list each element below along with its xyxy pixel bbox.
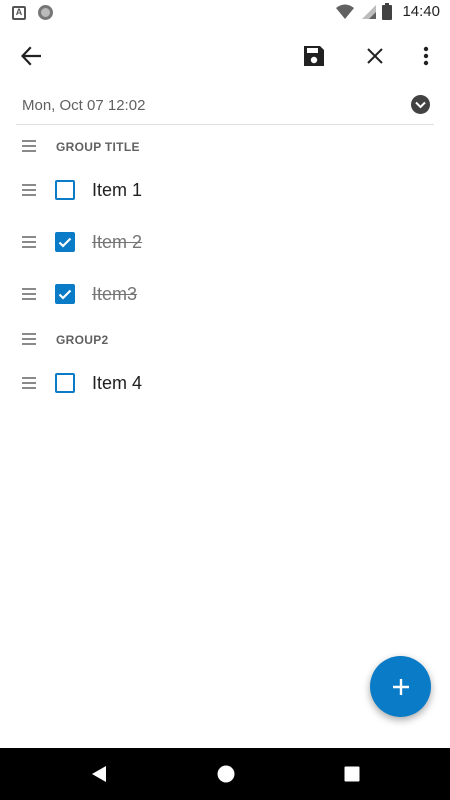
wifi-icon (336, 4, 355, 19)
item-checkbox[interactable] (55, 373, 75, 393)
save-icon (304, 46, 324, 66)
list-item: Item 2 (0, 230, 450, 254)
plus-icon (392, 678, 409, 695)
date-text: Mon, Oct 07 12:02 (22, 97, 146, 114)
group-row: GROUP TITLE (0, 140, 450, 154)
status-time: 14:40 (402, 3, 440, 20)
date-row[interactable]: Mon, Oct 07 12:02 (16, 88, 434, 125)
item-text[interactable]: Item 4 (92, 373, 142, 394)
drag-handle-icon[interactable] (22, 288, 36, 300)
signal-icon (362, 4, 377, 19)
list-item: Item3 (0, 282, 450, 306)
group-title: GROUP2 (56, 333, 109, 347)
item-text[interactable]: Item 2 (92, 232, 142, 253)
group-title: GROUP TITLE (56, 140, 140, 154)
status-bar-notifications: A (12, 5, 53, 20)
close-icon (367, 48, 383, 64)
status-bar-system: 14:40 (336, 3, 440, 20)
date-expand-button[interactable] (411, 95, 430, 114)
check-icon (58, 289, 72, 300)
notification-a-icon: A (12, 5, 26, 20)
item-checkbox[interactable] (55, 180, 75, 200)
item-text[interactable]: Item3 (92, 284, 137, 305)
chevron-down-icon (415, 101, 426, 108)
group-row: GROUP2 (0, 333, 450, 347)
arrow-left-icon (21, 46, 41, 66)
add-item-button[interactable] (370, 656, 431, 717)
check-icon (58, 237, 72, 248)
battery-icon (382, 3, 393, 20)
nav-recents-icon[interactable] (342, 764, 362, 784)
nav-home-icon[interactable] (216, 764, 236, 784)
toolbar (0, 28, 450, 84)
item-checkbox[interactable] (55, 232, 75, 252)
navigation-bar (0, 748, 450, 800)
drag-handle-icon[interactable] (22, 377, 36, 389)
status-bar: A 14:40 (0, 0, 450, 26)
drag-handle-icon[interactable] (22, 236, 36, 248)
drag-handle-icon[interactable] (22, 333, 36, 345)
more-vert-icon (423, 46, 429, 66)
list-item: Item 1 (0, 178, 450, 202)
item-text[interactable]: Item 1 (92, 180, 142, 201)
list-item: Item 4 (0, 371, 450, 395)
save-button[interactable] (294, 36, 334, 76)
back-button[interactable] (11, 36, 51, 76)
close-button[interactable] (355, 36, 395, 76)
notification-circle-icon (38, 5, 53, 20)
drag-handle-icon[interactable] (22, 140, 36, 152)
drag-handle-icon[interactable] (22, 184, 36, 196)
more-options-button[interactable] (406, 36, 446, 76)
nav-back-icon[interactable] (89, 764, 109, 784)
item-checkbox[interactable] (55, 284, 75, 304)
